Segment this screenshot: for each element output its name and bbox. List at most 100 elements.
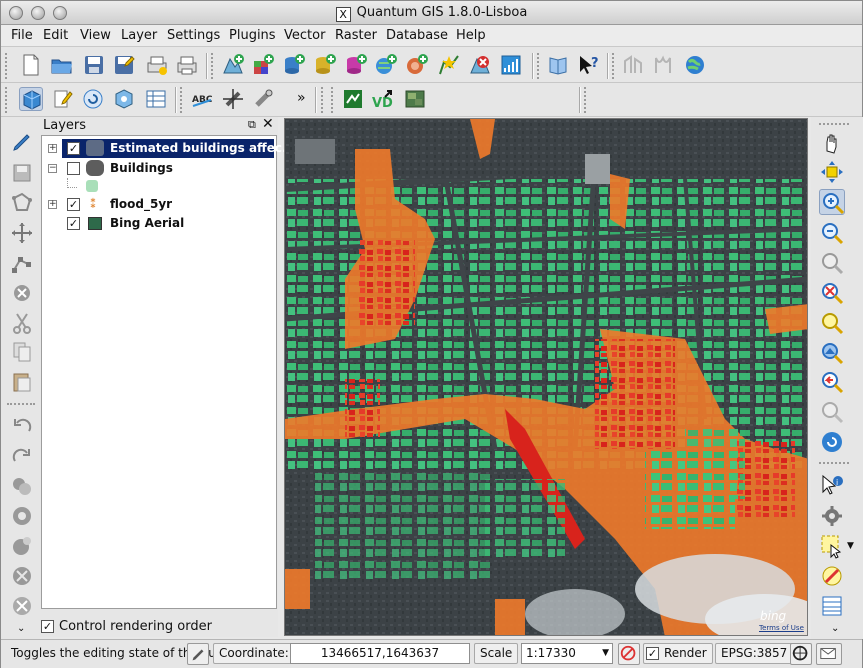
rotate-label-icon[interactable] bbox=[252, 87, 276, 111]
add-part-icon[interactable] bbox=[9, 533, 35, 559]
run-action-icon[interactable] bbox=[819, 503, 845, 529]
layer-row[interactable]: − Buildings bbox=[42, 159, 276, 179]
menu-view[interactable]: View bbox=[80, 28, 111, 43]
layer-row[interactable]: + ✓ Estimated buildings affec... bbox=[42, 139, 296, 159]
toolbar-grip[interactable] bbox=[211, 53, 216, 79]
render-checkbox[interactable]: ✓ bbox=[646, 647, 659, 660]
refresh-icon[interactable] bbox=[81, 87, 105, 111]
paste-features-icon[interactable] bbox=[9, 369, 35, 395]
more-tools-chevron[interactable]: ⌄ bbox=[17, 623, 25, 634]
layer-visibility-checkbox[interactable]: ✓ bbox=[67, 198, 80, 211]
layer-visibility-checkbox[interactable]: ✓ bbox=[67, 142, 80, 155]
toolbar-grip[interactable] bbox=[321, 87, 326, 113]
select-features-icon[interactable] bbox=[819, 533, 845, 559]
cut-features-icon[interactable] bbox=[9, 310, 35, 336]
save-as-icon[interactable] bbox=[112, 53, 136, 77]
toolbar-grip[interactable] bbox=[612, 53, 617, 79]
menu-settings[interactable]: Settings bbox=[167, 28, 220, 43]
disabled-tool-icon[interactable] bbox=[621, 53, 645, 77]
layer-row[interactable]: + ✓ ⁑ flood_5yr bbox=[42, 195, 276, 215]
menu-edit[interactable]: Edit bbox=[43, 28, 68, 43]
toggle-editing-icon[interactable] bbox=[19, 87, 43, 111]
deselect-icon[interactable] bbox=[819, 563, 845, 589]
move-feature-icon[interactable] bbox=[9, 220, 35, 246]
attribute-table-icon[interactable] bbox=[144, 87, 168, 111]
stop-render-icon[interactable] bbox=[618, 643, 640, 665]
pencil-edit-icon[interactable] bbox=[9, 129, 35, 155]
disabled-tool-icon[interactable] bbox=[651, 53, 675, 77]
delete-selected-icon[interactable] bbox=[9, 280, 35, 306]
save-project-icon[interactable] bbox=[82, 53, 106, 77]
menu-help[interactable]: Help bbox=[456, 28, 486, 43]
layer-visibility-checkbox[interactable] bbox=[67, 162, 80, 175]
layer-visibility-checkbox[interactable]: ✓ bbox=[67, 217, 80, 230]
refresh-map-icon[interactable] bbox=[819, 429, 845, 455]
new-gpx-layer-icon[interactable] bbox=[499, 53, 523, 77]
delete-part-icon[interactable] bbox=[9, 593, 35, 619]
add-mssql-layer-icon[interactable] bbox=[344, 53, 368, 77]
crs-status[interactable]: EPSG:3857 bbox=[715, 643, 794, 664]
delete-ring-icon[interactable] bbox=[9, 563, 35, 589]
save-edits-icon[interactable] bbox=[9, 160, 35, 186]
add-feature-icon[interactable] bbox=[9, 190, 35, 216]
redo-icon[interactable] bbox=[9, 443, 35, 469]
open-project-icon[interactable] bbox=[50, 53, 74, 77]
control-rendering-order-checkbox[interactable]: ✓ bbox=[41, 620, 54, 633]
add-raster-layer-icon[interactable] bbox=[251, 53, 275, 77]
menu-layer[interactable]: Layer bbox=[121, 28, 157, 43]
open-table-icon[interactable] bbox=[819, 593, 845, 619]
toolbar-grip[interactable] bbox=[819, 123, 849, 126]
terms-of-use-link[interactable]: Terms of Use bbox=[759, 624, 804, 632]
menu-raster[interactable]: Raster bbox=[335, 28, 377, 43]
scale-combobox[interactable]: 1:17330 ▼ bbox=[521, 643, 613, 664]
remove-layer-icon[interactable] bbox=[468, 53, 492, 77]
identify-icon[interactable]: i bbox=[819, 473, 845, 499]
collapse-icon[interactable]: − bbox=[48, 164, 57, 173]
current-edits-icon[interactable] bbox=[50, 87, 74, 111]
map-canvas[interactable]: bing Terms of Use bbox=[284, 118, 808, 636]
messages-icon[interactable] bbox=[816, 643, 842, 665]
openlayers-plugin-icon[interactable] bbox=[403, 87, 427, 111]
add-wcs-layer-icon[interactable] bbox=[405, 53, 429, 77]
move-label-icon[interactable] bbox=[221, 87, 245, 111]
node-tool-icon[interactable] bbox=[9, 250, 35, 276]
new-print-composer-icon[interactable] bbox=[145, 53, 169, 77]
help-contents-icon[interactable] bbox=[546, 53, 570, 77]
menu-vector[interactable]: Vector bbox=[284, 28, 325, 43]
toolbar-grip[interactable] bbox=[819, 462, 849, 465]
toolbar-grip[interactable] bbox=[5, 87, 10, 113]
toolbar-grip[interactable] bbox=[7, 403, 35, 406]
zoom-to-layer-icon[interactable] bbox=[819, 340, 845, 366]
add-postgis-layer-icon[interactable] bbox=[282, 53, 306, 77]
zoom-to-selection-icon[interactable] bbox=[819, 310, 845, 336]
zoom-in-icon[interactable] bbox=[819, 189, 845, 215]
close-icon[interactable]: ✕ bbox=[262, 116, 274, 132]
vd-plugin-icon[interactable]: VD bbox=[371, 87, 395, 111]
toolbar-overflow-chevron[interactable]: » bbox=[297, 90, 306, 106]
whats-this-icon[interactable]: ? bbox=[576, 53, 600, 77]
copy-features-icon[interactable] bbox=[9, 339, 35, 365]
new-project-icon[interactable] bbox=[19, 53, 43, 77]
pan-hand-icon[interactable] bbox=[819, 131, 845, 157]
new-shapefile-icon[interactable] bbox=[437, 53, 461, 77]
coordinate-field[interactable]: 13466517,1643637 bbox=[290, 643, 470, 664]
simplify-feature-icon[interactable] bbox=[9, 473, 35, 499]
menu-plugins[interactable]: Plugins bbox=[229, 28, 276, 43]
identify-features-icon[interactable] bbox=[112, 87, 136, 111]
float-icon[interactable]: ⧉ bbox=[248, 118, 256, 132]
undo-icon[interactable] bbox=[9, 413, 35, 439]
label-icon[interactable]: ABC bbox=[190, 87, 214, 111]
select-dropdown-arrow[interactable]: ▼ bbox=[847, 541, 854, 551]
toolbar-grip[interactable] bbox=[584, 87, 589, 113]
tiles-plugin-icon[interactable] bbox=[341, 87, 365, 111]
zoom-actual-size-icon[interactable] bbox=[819, 250, 845, 276]
menu-database[interactable]: Database bbox=[386, 28, 448, 43]
more-tools-chevron[interactable]: ⌄ bbox=[831, 623, 839, 634]
add-vector-layer-icon[interactable] bbox=[221, 53, 245, 77]
zoom-full-icon[interactable] bbox=[819, 280, 845, 306]
menu-file[interactable]: File bbox=[11, 28, 33, 43]
add-ring-icon[interactable] bbox=[9, 503, 35, 529]
layer-row[interactable]: ✓ Bing Aerial bbox=[42, 214, 276, 234]
add-spatialite-layer-icon[interactable] bbox=[313, 53, 337, 77]
zoom-out-icon[interactable] bbox=[819, 220, 845, 246]
